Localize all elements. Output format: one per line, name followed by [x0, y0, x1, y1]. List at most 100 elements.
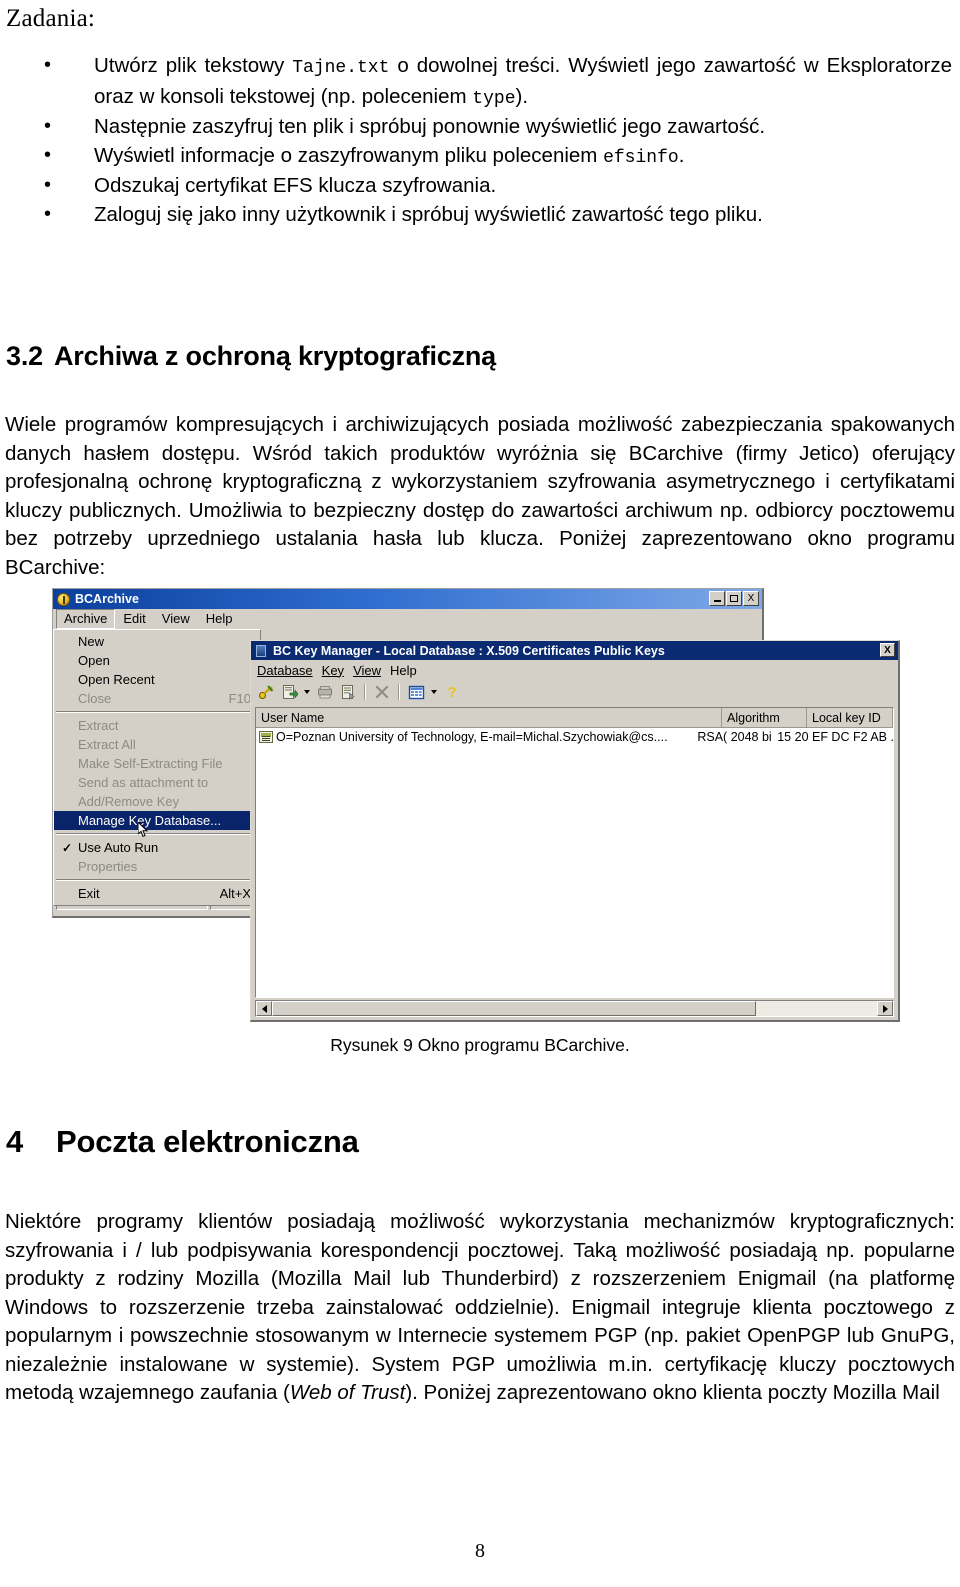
titlebar-key-manager: BC Key Manager - Local Database : X.509 … — [251, 641, 898, 660]
paragraph-poczta: Niektóre programy klientów posiadają moż… — [5, 1208, 955, 1408]
menu-item-label: Close — [78, 691, 112, 706]
document-page: Zadania: Utwórz plik tekstowy Tajne.txt … — [0, 0, 960, 1587]
task-code: Tajne.txt — [292, 58, 390, 78]
menu-item-label: Exit — [78, 886, 100, 901]
menu-item-open-recent[interactable]: Open Recent — [54, 670, 260, 689]
menu-separator — [56, 711, 258, 713]
task-text: Utwórz plik tekstowy — [94, 54, 293, 77]
key-list-view[interactable]: User Name Algorithm Local key ID O=Pozna… — [255, 707, 894, 998]
task-text-end: ). — [515, 84, 529, 108]
menu-item-accel: Alt+X — [219, 886, 251, 901]
menu-item-label: Make Self-Extracting File — [78, 756, 223, 771]
menu-edit[interactable]: Edit — [115, 609, 153, 629]
menu-help-label: Help — [390, 662, 417, 678]
cell-user-name-text: O=Poznan University of Technology, E-mai… — [276, 730, 668, 744]
menu-archive[interactable]: Archive — [56, 609, 116, 629]
horizontal-scrollbar[interactable] — [255, 1000, 894, 1017]
task-code-2: type — [472, 88, 516, 109]
menu-item-use-auto-run[interactable]: ✓ Use Auto Run — [54, 838, 260, 857]
menu-view[interactable]: View — [154, 609, 198, 629]
task-text: Wyświetl informacje o zaszyfrowanym plik… — [94, 143, 604, 167]
list-header-row: User Name Algorithm Local key ID — [256, 708, 893, 728]
menu-item-exit[interactable]: Exit Alt+X — [54, 884, 260, 903]
window-bc-key-manager: BC Key Manager - Local Database : X.509 … — [250, 640, 900, 1022]
menu-item-extract: Extract — [54, 716, 260, 735]
section-number: 4 — [6, 1124, 24, 1159]
certificate-icon — [259, 731, 273, 743]
window-title: BCArchive — [75, 592, 139, 606]
column-header-local-key-id[interactable]: Local key ID — [807, 708, 893, 727]
scroll-right-button[interactable] — [877, 1001, 893, 1016]
task-text: Następnie zaszyfruj ten plik i spróbuj p… — [94, 115, 766, 138]
svg-text:?: ? — [447, 684, 456, 700]
paragraph-text-italic: Web of Trust — [289, 1381, 406, 1404]
paragraph-text-part1: Niektóre programy klientów posiadają moż… — [5, 1210, 955, 1404]
menu-view[interactable]: View — [353, 661, 390, 680]
window-title: BC Key Manager - Local Database : X.509 … — [273, 643, 665, 658]
menu-item-label: Extract All — [78, 737, 136, 752]
menu-key-label: Key — [321, 662, 345, 678]
minimize-button[interactable] — [709, 591, 725, 606]
key-manager-app-icon — [256, 644, 266, 657]
menu-item-add-remove-key: Add/Remove Key — [54, 792, 260, 811]
menu-item-new[interactable]: New — [54, 632, 260, 651]
scrollbar-thumb[interactable] — [272, 1001, 756, 1016]
view-dropdown-arrow-icon[interactable] — [429, 683, 439, 702]
menu-item-send-as-attachment-to: Send as attachment to — [54, 773, 260, 792]
menu-database-label: Database — [257, 662, 313, 678]
menu-item-properties: Properties — [54, 857, 260, 876]
bcarchive-app-icon — [57, 592, 70, 606]
paragraph-text-part2: ). Poniżej zaprezentowano okno klienta p… — [405, 1381, 940, 1404]
window-controls: X — [709, 591, 759, 606]
page-title: Zadania: — [6, 5, 96, 32]
column-header-user-name[interactable]: User Name — [256, 708, 722, 727]
task-code: efsinfo — [603, 147, 679, 168]
figure-bcarchive-screenshot: BCArchive X Archive Edit View Help New O… — [52, 588, 900, 1022]
export-key-icon[interactable] — [315, 683, 335, 702]
menu-item-label: New — [78, 634, 105, 649]
menu-database[interactable]: Database — [257, 661, 322, 680]
table-row[interactable]: O=Poznan University of Technology, E-mai… — [256, 728, 893, 746]
list-item: Wyświetl informacje o zaszyfrowanym plik… — [0, 141, 960, 173]
menu-item-manage-key-database[interactable]: Manage Key Database... — [54, 811, 260, 838]
task-text-mid: . — [678, 143, 685, 167]
section-heading-3-2: 3.2 Archiwa z ochroną kryptograficzną — [6, 340, 496, 372]
dropdown-menu-archive: New Open Open Recent Close F10 Extract Ex… — [53, 629, 261, 906]
delete-key-icon[interactable] — [372, 683, 392, 702]
menu-item-label: Open Recent — [78, 672, 155, 687]
page-number: 8 — [475, 1540, 485, 1562]
menu-separator — [56, 833, 258, 835]
import-dropdown-arrow-icon[interactable] — [302, 683, 312, 702]
scrollbar-track[interactable] — [272, 1001, 877, 1016]
help-icon[interactable]: ? — [442, 683, 462, 702]
menu-item-label: Extract — [78, 718, 119, 733]
view-list-icon[interactable] — [406, 683, 426, 702]
menu-item-label: Send as attachment to — [78, 775, 209, 790]
menubar-bcarchive: Archive Edit View Help — [53, 609, 762, 630]
scroll-left-button[interactable] — [256, 1001, 272, 1016]
menu-key[interactable]: Key — [322, 661, 353, 680]
menu-help[interactable]: Help — [390, 661, 426, 680]
menu-item-label: Add/Remove Key — [78, 794, 180, 809]
key-properties-icon[interactable] — [338, 683, 358, 702]
list-item: Utwórz plik tekstowy Tajne.txt o dowolne… — [0, 51, 960, 113]
new-key-icon[interactable] — [256, 683, 276, 702]
figure-caption: Rysunek 9 Okno programu BCarchive. — [330, 1035, 630, 1055]
maximize-button[interactable] — [726, 591, 742, 606]
menu-help[interactable]: Help — [198, 609, 241, 629]
close-button[interactable]: X — [743, 591, 759, 606]
menu-item-accel: F10 — [228, 691, 251, 706]
menu-item-make-self-extracting-file: Make Self-Extracting File — [54, 754, 260, 773]
cell-local-key-id: 15 20 EF DC F2 AB ... — [777, 730, 893, 744]
section-title: Poczta elektroniczna — [56, 1124, 359, 1159]
menu-item-close: Close F10 — [54, 689, 260, 708]
menu-item-open[interactable]: Open — [54, 651, 260, 670]
menu-item-label: Open — [78, 653, 110, 668]
list-item: Następnie zaszyfruj ten plik i spróbuj p… — [0, 112, 960, 142]
close-button[interactable]: X — [880, 643, 895, 657]
menu-view-label: View — [353, 662, 382, 678]
menu-item-extract-all: Extract All — [54, 735, 260, 754]
column-header-algorithm[interactable]: Algorithm — [722, 708, 807, 727]
menubar-key-manager: Database Key View Help — [251, 660, 898, 680]
import-certificate-icon[interactable] — [279, 683, 299, 702]
